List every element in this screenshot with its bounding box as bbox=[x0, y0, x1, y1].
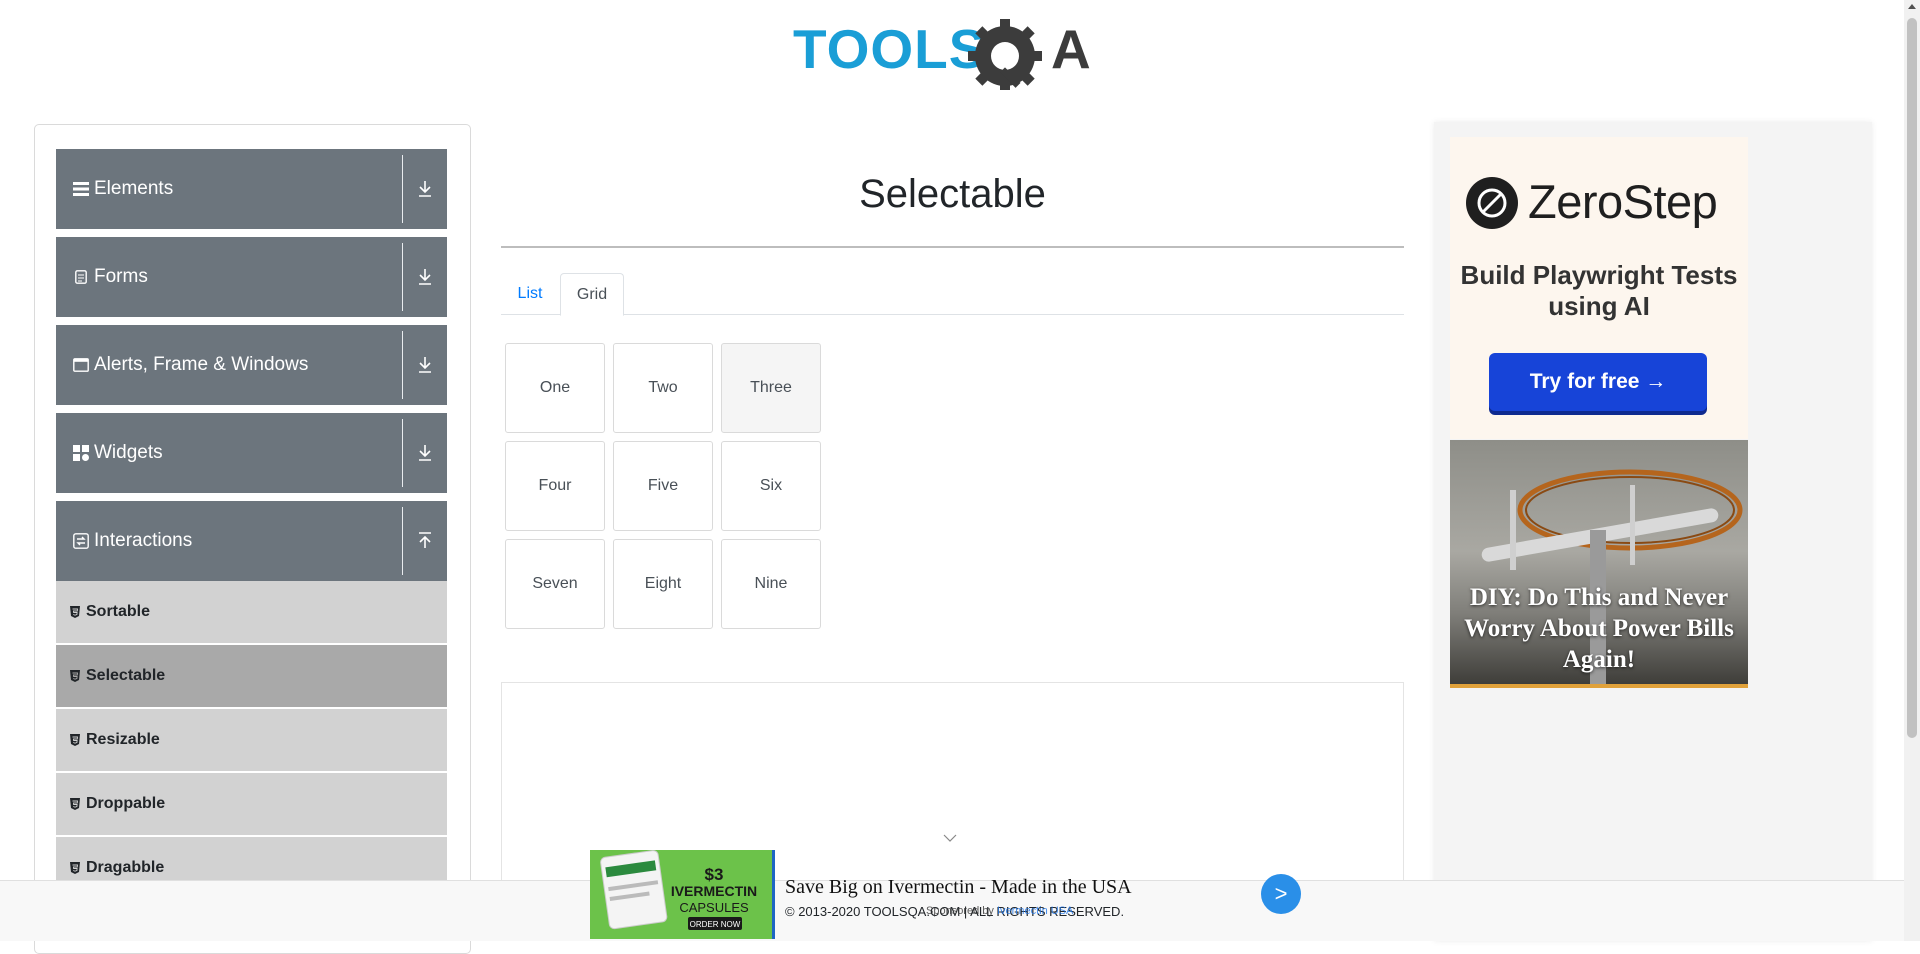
grid-cell[interactable]: One bbox=[505, 343, 605, 433]
download-arrow-icon[interactable] bbox=[417, 267, 433, 287]
download-arrow-icon[interactable] bbox=[417, 443, 433, 463]
tab-bar: List Grid bbox=[501, 273, 1404, 316]
divider bbox=[402, 507, 403, 575]
html5-icon bbox=[70, 670, 80, 682]
page-title: Selectable bbox=[859, 172, 1046, 216]
scroll-thumb[interactable] bbox=[1907, 18, 1917, 738]
sidebar-group-label: Alerts, Frame & Windows bbox=[94, 354, 309, 375]
sidebar-item-label: Droppable bbox=[86, 795, 166, 812]
grid-cell[interactable]: Four bbox=[505, 441, 605, 531]
document-icon bbox=[73, 269, 89, 285]
divider bbox=[402, 419, 403, 487]
grid-cell[interactable]: Two bbox=[613, 343, 713, 433]
sidebar-group-widgets[interactable]: Widgets bbox=[56, 413, 447, 493]
divider bbox=[772, 850, 775, 939]
sidebar-group-label: Elements bbox=[94, 178, 174, 199]
html5-icon bbox=[70, 862, 80, 874]
sponsored-label: Sponsored by bbox=[926, 905, 994, 917]
ad-badge-price: $3 bbox=[705, 865, 724, 884]
grid-cell[interactable]: Three bbox=[721, 343, 821, 433]
ad-badge-product: IVERMECTIN bbox=[671, 883, 757, 899]
html5-icon bbox=[70, 734, 80, 746]
html5-icon bbox=[70, 606, 80, 618]
tab-grid[interactable]: Grid bbox=[560, 273, 624, 316]
site-header: TOOLS A bbox=[0, 0, 1904, 100]
bottom-ad-title[interactable]: Save Big on Ivermectin - Made in the USA bbox=[785, 876, 1132, 899]
grid-cell[interactable]: Seven bbox=[505, 539, 605, 629]
sidebar-item-label: Sortable bbox=[86, 603, 151, 620]
sidebar-item-selectable[interactable]: Selectable bbox=[56, 645, 447, 707]
divider bbox=[501, 246, 1404, 248]
try-for-free-button[interactable]: Try for free → bbox=[1489, 353, 1707, 411]
sponsor-link[interactable]: Ivermectin USA bbox=[997, 905, 1073, 917]
zerostep-brand: ZeroStep bbox=[1528, 175, 1718, 228]
widgets-icon bbox=[73, 445, 89, 461]
sidebar-group-label: Forms bbox=[94, 266, 148, 287]
svg-text:A: A bbox=[1051, 18, 1091, 80]
toolsqa-logo[interactable]: TOOLS A bbox=[793, 16, 1115, 90]
sidebar-item-label: Dragabble bbox=[86, 859, 165, 876]
hamburger-icon bbox=[73, 181, 89, 197]
divider bbox=[402, 243, 403, 311]
download-arrow-icon[interactable] bbox=[417, 355, 433, 375]
download-arrow-icon[interactable] bbox=[417, 179, 433, 199]
diy-ad-headline[interactable]: DIY: Do This and Never Worry About Power… bbox=[1450, 582, 1748, 675]
ivermectin-ad-image[interactable]: $3 IVERMECTIN CAPSULES ORDER NOW bbox=[590, 850, 774, 939]
sidebar-group-forms[interactable]: Forms bbox=[56, 237, 447, 317]
sidebar-group-label: Interactions bbox=[94, 530, 193, 551]
window-icon bbox=[73, 357, 89, 373]
svg-text:TOOLS: TOOLS bbox=[793, 18, 986, 80]
scroll-up-icon[interactable] bbox=[1908, 4, 1916, 9]
zerostep-tagline: Build Playwright Tests using AI bbox=[1460, 260, 1738, 321]
ad-badge-form: CAPSULES bbox=[679, 900, 749, 915]
zerostep-logo-icon bbox=[1466, 177, 1518, 229]
sidebar-item-droppable[interactable]: Droppable bbox=[56, 773, 447, 835]
sidebar-item-resizable[interactable]: Resizable bbox=[56, 709, 447, 771]
grid-cell[interactable]: Eight bbox=[613, 539, 713, 629]
sponsored-by: Sponsored by Ivermectin USA bbox=[926, 905, 1073, 917]
upload-arrow-icon[interactable] bbox=[417, 531, 433, 551]
grid-cell[interactable]: Five bbox=[613, 441, 713, 531]
sidebar-item-sortable[interactable]: Sortable bbox=[56, 581, 447, 643]
divider bbox=[402, 155, 403, 223]
grid-cell[interactable]: Nine bbox=[721, 539, 821, 629]
grid-cell[interactable]: Six bbox=[721, 441, 821, 531]
sidebar-group-label: Widgets bbox=[94, 442, 163, 463]
divider bbox=[402, 331, 403, 399]
chevron-down-icon[interactable] bbox=[943, 834, 957, 842]
interactions-icon bbox=[73, 533, 89, 549]
html5-icon bbox=[70, 798, 80, 810]
sidebar-item-label: Selectable bbox=[86, 667, 166, 684]
divider bbox=[1450, 684, 1748, 688]
ad-badge-cta: ORDER NOW bbox=[690, 920, 741, 929]
tab-list[interactable]: List bbox=[501, 273, 559, 315]
ad-next-button[interactable]: > bbox=[1261, 874, 1301, 914]
sidebar-group-alerts[interactable]: Alerts, Frame & Windows bbox=[56, 325, 447, 405]
sidebar-group-interactions[interactable]: Interactions bbox=[56, 501, 447, 581]
sidebar-group-elements[interactable]: Elements bbox=[56, 149, 447, 229]
sidebar-item-label: Resizable bbox=[86, 731, 160, 748]
